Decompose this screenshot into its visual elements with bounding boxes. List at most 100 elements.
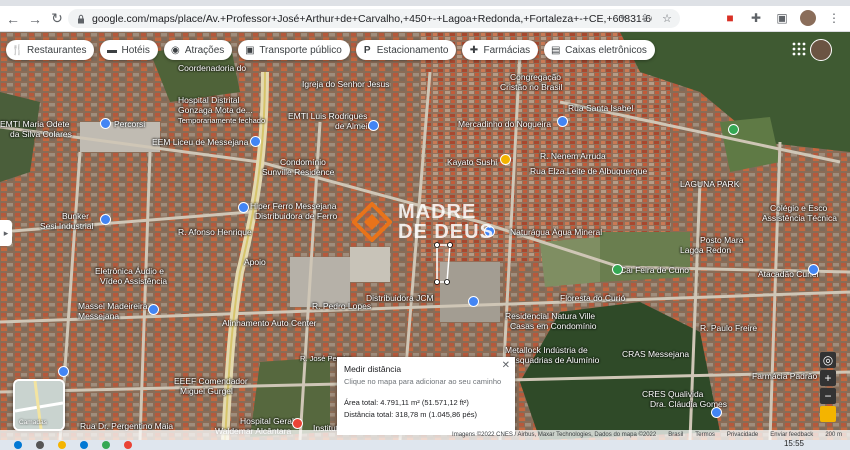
park-pin[interactable] bbox=[728, 124, 739, 135]
map-label[interactable]: CRES Qualivida bbox=[642, 390, 703, 399]
map-label[interactable]: LAGUNA PARK bbox=[680, 180, 739, 189]
place-pin[interactable] bbox=[557, 116, 568, 127]
satellite-map[interactable]: 🍴 Restaurantes ▬ Hotéis ◉ Atrações ▣ Transpo… bbox=[0, 32, 850, 440]
chip-transit[interactable]: ▣ Transporte público bbox=[238, 40, 350, 60]
place-pin[interactable] bbox=[368, 120, 379, 131]
share-icon[interactable]: ⇪ bbox=[638, 11, 652, 25]
forward-icon[interactable]: → bbox=[26, 10, 44, 28]
map-label[interactable]: Colégio e Esco bbox=[770, 204, 827, 213]
chip-pharmacies[interactable]: ✚ Farmácias bbox=[462, 40, 539, 60]
map-label[interactable]: Lagoa Redon bbox=[680, 246, 731, 255]
place-pin[interactable] bbox=[468, 296, 479, 307]
map-label[interactable]: Apoio bbox=[244, 258, 266, 267]
place-pin[interactable] bbox=[100, 118, 111, 129]
chip-hotels[interactable]: ▬ Hotéis bbox=[100, 40, 158, 60]
map-label[interactable]: Distribuidora de Ferro bbox=[255, 212, 337, 221]
map-label[interactable]: Coordenadoria do bbox=[178, 64, 246, 73]
map-label[interactable]: Eletrônica Áudio e bbox=[95, 267, 164, 276]
layers-button[interactable]: Camadas bbox=[13, 379, 65, 431]
map-label[interactable]: Residencial Natura Ville bbox=[505, 312, 595, 321]
star-icon[interactable]: ☆ bbox=[660, 11, 674, 25]
map-label[interactable]: Cai Feira de Cuno bbox=[620, 266, 689, 275]
chip-restaurants[interactable]: 🍴 Restaurantes bbox=[6, 40, 95, 60]
my-location-icon[interactable]: ◎ bbox=[820, 352, 836, 368]
map-label[interactable]: EEEF Comendador bbox=[174, 377, 248, 386]
place-pin[interactable] bbox=[148, 304, 159, 315]
map-label[interactable]: Farmácia Padrão bbox=[752, 372, 817, 381]
address-bar[interactable]: google.com/maps/place/Av.+Professor+José… bbox=[68, 9, 680, 28]
map-label[interactable]: Hospital Distrital bbox=[178, 96, 239, 105]
scale-label[interactable]: 200 m bbox=[825, 432, 842, 438]
start-icon[interactable] bbox=[14, 441, 22, 449]
place-pin[interactable] bbox=[58, 366, 69, 377]
map-label[interactable]: Percorsi bbox=[114, 120, 145, 129]
search-icon[interactable] bbox=[36, 441, 44, 449]
map-label[interactable]: Sesi Industrial bbox=[40, 222, 93, 231]
menu-icon[interactable]: ⋮ bbox=[826, 10, 842, 26]
feedback-link[interactable]: Enviar feedback bbox=[770, 432, 813, 438]
chip-attractions[interactable]: ◉ Atrações bbox=[163, 40, 233, 60]
profile-avatar[interactable] bbox=[800, 10, 816, 26]
chip-parking[interactable]: P Estacionamento bbox=[355, 40, 457, 60]
app-icon[interactable] bbox=[124, 441, 132, 449]
zoom-out-button[interactable]: − bbox=[820, 388, 836, 404]
map-label[interactable]: Sunville Residence bbox=[262, 168, 334, 177]
zoom-in-button[interactable]: + bbox=[820, 370, 836, 386]
map-label[interactable]: da Silva Colares bbox=[10, 130, 72, 139]
map-label[interactable]: Esquadrias de Alumínio bbox=[510, 356, 599, 365]
hospital-pin[interactable] bbox=[292, 418, 303, 429]
map-label[interactable]: EMTI Maria Odete bbox=[0, 120, 69, 129]
map-label[interactable]: Condomínio bbox=[280, 158, 326, 167]
map-label[interactable]: Igreja do Senhor Jesus bbox=[302, 80, 389, 89]
extension-red-icon[interactable]: ■ bbox=[722, 10, 738, 26]
map-label[interactable]: Floresta do Curió bbox=[560, 294, 625, 303]
place-pin[interactable] bbox=[238, 202, 249, 213]
map-label[interactable]: Gonzaga Mota de... bbox=[178, 106, 253, 115]
edge-icon[interactable] bbox=[80, 441, 88, 449]
terms-link[interactable]: Termos bbox=[695, 432, 715, 438]
map-label[interactable]: Assistência Técnica bbox=[762, 214, 837, 223]
pegman-icon[interactable] bbox=[820, 406, 836, 422]
place-pin[interactable] bbox=[711, 407, 722, 418]
place-pin[interactable] bbox=[250, 136, 261, 147]
map-label[interactable]: Miguel Gurgel bbox=[180, 387, 233, 396]
country-link[interactable]: Brasil bbox=[668, 432, 683, 438]
collapse-panel-button[interactable]: ▸ bbox=[0, 220, 12, 246]
map-label[interactable]: Vídeo Assistência bbox=[100, 277, 167, 286]
map-label[interactable]: Hiper Ferro Messejana bbox=[250, 202, 336, 211]
map-label[interactable]: Metallock Indústria de bbox=[505, 346, 588, 355]
map-label[interactable]: Naturágua Água Mineral bbox=[510, 228, 602, 237]
map-label[interactable]: Hospital Geral bbox=[240, 417, 294, 426]
map-label[interactable]: EEM Liceu de Messejana bbox=[152, 138, 248, 147]
extensions-icon[interactable]: ✚ bbox=[748, 10, 764, 26]
sidepanel-icon[interactable]: ▣ bbox=[774, 10, 790, 26]
parking-icon: P bbox=[363, 44, 371, 56]
map-label[interactable]: Bunker bbox=[62, 212, 89, 221]
location-icon[interactable]: ⌖ bbox=[616, 11, 630, 25]
privacy-link[interactable]: Privacidade bbox=[727, 432, 758, 438]
park-pin[interactable] bbox=[612, 264, 623, 275]
map-label[interactable]: Alinhamento Auto Center bbox=[222, 319, 317, 328]
files-icon[interactable] bbox=[58, 441, 66, 449]
map-label[interactable]: Posto Mara bbox=[700, 236, 743, 245]
back-icon[interactable]: ← bbox=[4, 10, 22, 28]
map-label[interactable]: Kayato Sushi bbox=[447, 158, 497, 167]
map-label[interactable]: Congregação bbox=[510, 73, 561, 82]
reload-icon[interactable]: ↻ bbox=[48, 10, 66, 28]
place-pin[interactable] bbox=[808, 264, 819, 275]
place-pin[interactable] bbox=[100, 214, 111, 225]
map-label[interactable]: CRAS Messejana bbox=[622, 350, 689, 359]
map-label[interactable]: Casas em Condomínio bbox=[510, 322, 596, 331]
map-label[interactable]: Messejana bbox=[78, 312, 119, 321]
account-avatar[interactable] bbox=[810, 39, 832, 61]
map-label[interactable]: Distribuidora JCM bbox=[366, 294, 434, 303]
close-icon[interactable]: ✕ bbox=[502, 360, 510, 371]
map-label[interactable]: Cristão no Brasil bbox=[500, 83, 562, 92]
map-label[interactable]: EMTI Luis Rodrigues bbox=[288, 112, 367, 121]
map-label[interactable]: Mercadinho do Nogueira bbox=[458, 120, 551, 129]
chip-atms[interactable]: ▤ Caixas eletrônicos bbox=[544, 40, 655, 60]
chrome-icon[interactable] bbox=[102, 441, 110, 449]
apps-grid-icon[interactable] bbox=[792, 42, 806, 56]
restaurant-pin[interactable] bbox=[500, 154, 511, 165]
map-label[interactable]: Massel Madeireira bbox=[78, 302, 147, 311]
